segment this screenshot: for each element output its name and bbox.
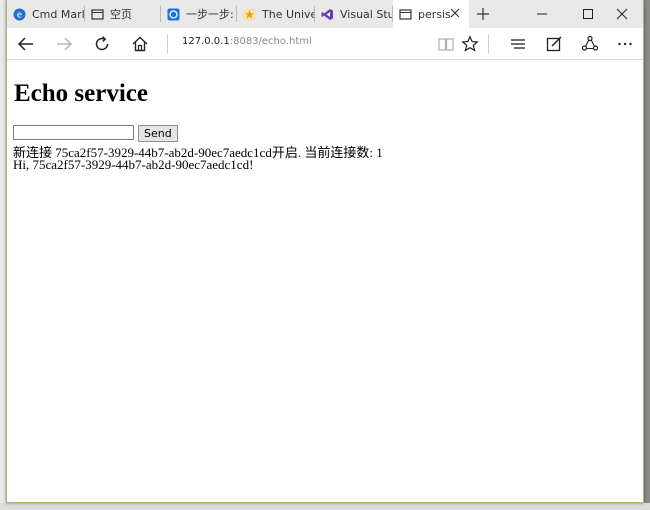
- taskbar-edge: [0, 503, 650, 510]
- tab-blank[interactable]: 空页: [85, 0, 161, 28]
- log-line-echo: Hi, 75ca2f57-3929-44b7-ab2d-90ec7aedc1cd…: [13, 157, 254, 172]
- favorite-star-icon[interactable]: [458, 32, 482, 56]
- url-path: :8083/echo.html: [229, 36, 312, 47]
- navigation-bar: 127.0.0.1:8083/echo.html: [7, 28, 643, 60]
- send-button[interactable]: Send: [138, 125, 178, 142]
- star-site-icon: [243, 8, 256, 21]
- reading-view-icon[interactable]: [434, 32, 458, 56]
- blank-page-icon: [399, 8, 412, 21]
- close-tab-icon[interactable]: [449, 7, 461, 19]
- tab-the-universe[interactable]: The Unive: [237, 0, 315, 28]
- tab-label: Cmd Marl: [32, 7, 85, 21]
- share-icon[interactable]: [578, 32, 602, 56]
- tab-label: 一步一步:: [186, 8, 234, 21]
- browser-window: e Cmd Marl 空页 一步一步: The Unive Visual Stu…: [6, 0, 644, 503]
- minimize-icon[interactable]: [519, 0, 565, 28]
- edge-e-icon: e: [13, 8, 26, 21]
- hub-menu-icon[interactable]: [506, 32, 530, 56]
- back-arrow-icon[interactable]: [14, 32, 38, 56]
- address-bar[interactable]: 127.0.0.1:8083/echo.html: [182, 36, 312, 47]
- visual-studio-icon: [321, 8, 334, 21]
- forward-arrow-icon[interactable]: [52, 32, 76, 56]
- url-host: 127.0.0.1: [182, 36, 230, 47]
- tab-label: Visual Stu: [340, 7, 393, 21]
- tab-persis-active[interactable]: persis: [393, 0, 469, 28]
- circle-site-icon: [167, 8, 180, 21]
- tab-strip: e Cmd Marl 空页 一步一步: The Unive Visual Stu…: [7, 0, 643, 28]
- home-icon[interactable]: [128, 32, 152, 56]
- tab-visual-studio[interactable]: Visual Stu: [315, 0, 393, 28]
- new-tab-plus-icon[interactable]: [475, 6, 491, 22]
- message-input[interactable]: [13, 125, 134, 140]
- tab-label: 空页: [110, 8, 132, 21]
- web-note-icon[interactable]: [542, 32, 566, 56]
- tab-label: The Unive: [262, 7, 315, 21]
- more-options-icon[interactable]: [613, 32, 637, 56]
- tab-yibuyibu[interactable]: 一步一步:: [161, 0, 237, 28]
- tab-label: persis: [418, 7, 451, 21]
- page-title: Echo service: [14, 80, 148, 107]
- page-content: Echo service Send 新连接 75ca2f57-3929-44b7…: [7, 60, 643, 502]
- refresh-icon[interactable]: [90, 32, 114, 56]
- blank-page-icon: [91, 8, 104, 21]
- svg-text:e: e: [17, 10, 23, 20]
- tab-cmd-markdown[interactable]: e Cmd Marl: [7, 0, 85, 28]
- close-window-icon[interactable]: [599, 0, 645, 28]
